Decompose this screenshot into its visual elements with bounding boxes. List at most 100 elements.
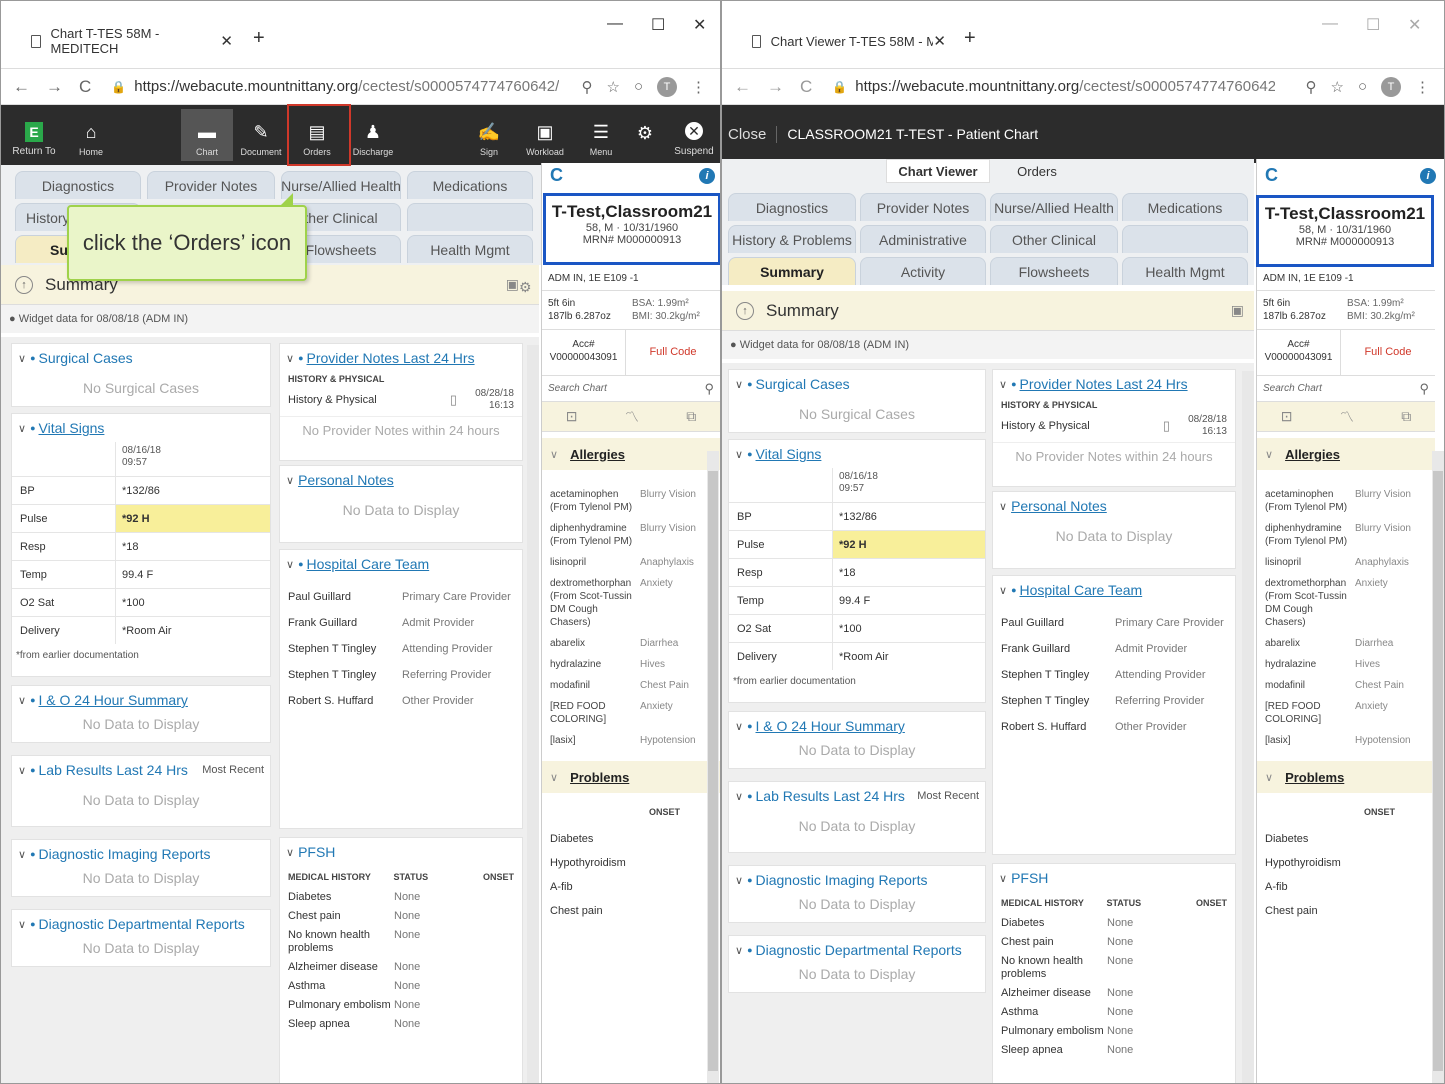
tab-other-clinical[interactable]: Other Clinical <box>990 225 1118 253</box>
lab-results-header[interactable]: ∨ ● Lab Results Last 24 Hrs Most Recent <box>729 782 985 810</box>
personal-notes-header[interactable]: ∨ Personal Notes <box>280 466 522 494</box>
patient-banner[interactable]: T-Test,Classroom21 58, M · 10/31/1960 MR… <box>543 193 720 265</box>
more-menu-icon[interactable]: ⋮ <box>1415 78 1430 96</box>
star-icon[interactable]: ☆ <box>1330 78 1343 96</box>
suspend-button[interactable]: ✕ Suspend <box>671 109 717 161</box>
tab-medications[interactable]: Medications <box>1122 193 1248 221</box>
star-icon[interactable]: ☆ <box>606 78 619 96</box>
graph-icon[interactable]: 〽 <box>625 407 639 427</box>
care-team-row[interactable]: Paul Guillard Primary Care Provider <box>993 610 1235 636</box>
return-to-button[interactable]: E Return To <box>5 109 63 161</box>
profile-avatar[interactable]: T <box>1381 76 1401 97</box>
sidebar-scrollbar[interactable] <box>1432 451 1444 1083</box>
zoom-icon[interactable]: ⚲ <box>1305 78 1316 96</box>
search-chart-input[interactable]: Search Chart <box>1263 383 1322 394</box>
imaging-header[interactable]: ∨ ● Diagnostic Imaging Reports <box>729 866 985 894</box>
profile-avatar[interactable]: T <box>657 76 677 97</box>
imaging-header[interactable]: ∨ ● Diagnostic Imaging Reports <box>12 840 270 868</box>
care-team-row[interactable]: Frank Guillard Admit Provider <box>280 610 522 636</box>
summary-scrollbar[interactable] <box>1242 371 1254 1083</box>
tab-nurse-allied-health[interactable]: Nurse/Allied Health <box>990 193 1118 221</box>
tab-activity[interactable]: Activity <box>860 257 986 285</box>
surgical-cases-header[interactable]: ∨ ● Surgical Cases <box>729 370 985 398</box>
search-chart-input[interactable]: Search Chart <box>548 383 607 394</box>
allergies-header[interactable]: ∨ Allergies <box>1257 438 1435 470</box>
tab-flowsheets[interactable]: Flowsheets <box>990 257 1118 285</box>
summary-scrollbar[interactable] <box>527 345 539 1083</box>
tab-chart-viewer[interactable]: Chart Viewer <box>886 159 990 183</box>
url-field[interactable]: https://webacute.mountnittany.org/cectes… <box>134 78 559 95</box>
hp-row[interactable]: History & Physical ▯ 08/28/18 16:13 <box>280 384 522 416</box>
minimize-icon[interactable]: — <box>1322 15 1338 33</box>
provider-notes-header[interactable]: ∨ ● Provider Notes Last 24 Hrs <box>993 370 1235 398</box>
home-button[interactable]: ⌂ Home <box>71 109 111 161</box>
provider-notes-header[interactable]: ∨ ● Provider Notes Last 24 Hrs <box>280 344 522 372</box>
io-header[interactable]: ∨ ● I & O 24 Hour Summary <box>729 712 985 740</box>
care-team-row[interactable]: Stephen T Tingley Referring Provider <box>993 688 1235 714</box>
vital-signs-header[interactable]: ∨ ● Vital Signs <box>12 414 270 442</box>
maximize-icon[interactable]: ☐ <box>1366 15 1380 35</box>
forward-icon[interactable]: → <box>46 77 63 97</box>
window-close-icon[interactable]: ✕ <box>1408 15 1421 35</box>
care-team-row[interactable]: Frank Guillard Admit Provider <box>993 636 1235 662</box>
surgical-cases-header[interactable]: ∨ ● Surgical Cases <box>12 344 270 372</box>
settings-button[interactable]: ⚙ <box>629 109 661 161</box>
forward-icon[interactable]: → <box>767 77 784 97</box>
close-tab-icon[interactable]: ✕ <box>933 32 946 50</box>
tab-nurse-allied-health[interactable]: Nurse/Allied Health <box>281 171 401 199</box>
refresh-icon[interactable]: C <box>550 165 563 186</box>
refresh-icon[interactable]: C <box>1265 165 1278 186</box>
zoom-icon[interactable]: ⚲ <box>581 78 592 96</box>
new-tab-icon[interactable]: + <box>253 27 265 50</box>
window-close-icon[interactable]: ✕ <box>693 15 706 35</box>
sidebar-scrollbar[interactable] <box>707 451 719 1083</box>
back-icon[interactable]: ← <box>734 77 751 97</box>
care-team-row[interactable]: Paul Guillard Primary Care Provider <box>280 584 522 610</box>
browser-tab[interactable]: Chart T-TES 58M - MEDITECH ✕ <box>13 23 241 59</box>
expand-all-icon[interactable]: ⊡ <box>566 408 578 425</box>
graph-icon[interactable]: 〽 <box>1340 407 1354 427</box>
close-tab-icon[interactable]: ✕ <box>220 32 233 50</box>
clipboard-icon[interactable]: ⧉ <box>686 408 696 425</box>
workload-button[interactable]: ▣ Workload <box>523 109 567 161</box>
expand-icon[interactable]: ↑ <box>736 301 754 320</box>
sign-button[interactable]: ✍ Sign <box>469 109 509 161</box>
departmental-header[interactable]: ∨ ● Diagnostic Departmental Reports <box>729 936 985 964</box>
search-icon[interactable]: ⚲ <box>1419 381 1429 397</box>
io-header[interactable]: ∨ ● I & O 24 Hour Summary <box>12 686 270 714</box>
tab-health-mgmt[interactable]: Health Mgmt <box>1122 257 1248 285</box>
tab-health-mgmt[interactable]: Health Mgmt <box>407 235 533 263</box>
tab-provider-notes[interactable]: Provider Notes <box>860 193 986 221</box>
care-team-header[interactable]: ∨ ● Hospital Care Team <box>280 550 522 578</box>
clipboard-icon[interactable]: ⧉ <box>1401 408 1411 425</box>
tab-medications[interactable]: Medications <box>407 171 533 199</box>
tab-summary[interactable]: Summary <box>728 257 856 285</box>
info-icon[interactable]: i <box>699 168 715 184</box>
sidebar-scroll-thumb[interactable] <box>1433 471 1443 1071</box>
tab-blank[interactable] <box>1122 225 1248 253</box>
lab-results-header[interactable]: ∨ ● Lab Results Last 24 Hrs Most Recent <box>12 756 270 784</box>
personal-notes-header[interactable]: ∨ Personal Notes <box>993 492 1235 520</box>
search-icon[interactable]: ⚲ <box>704 381 714 397</box>
patient-banner[interactable]: T-Test,Classroom21 58, M · 10/31/1960 MR… <box>1256 195 1434 267</box>
tab-orders[interactable]: Orders <box>1002 159 1072 183</box>
print-icon[interactable]: ▣ <box>506 276 519 293</box>
gear-icon[interactable]: ⚙ <box>519 279 532 296</box>
back-icon[interactable]: ← <box>13 77 30 97</box>
browser-tab[interactable]: Chart Viewer T-TES 58M - MEDIT ✕ <box>734 23 954 59</box>
menu-button[interactable]: ☰ Menu <box>581 109 621 161</box>
code-status[interactable]: Full Code <box>626 330 720 375</box>
new-tab-icon[interactable]: + <box>964 27 976 50</box>
care-team-header[interactable]: ∨ ● Hospital Care Team <box>993 576 1235 604</box>
hp-row[interactable]: History & Physical ▯ 08/28/18 16:13 <box>993 410 1235 442</box>
tab-administrative[interactable]: Administrative <box>860 225 986 253</box>
extension-icon[interactable]: ○ <box>634 78 643 95</box>
pfsh-header[interactable]: ∨ PFSH <box>280 838 522 866</box>
pfsh-header[interactable]: ∨ PFSH <box>993 864 1235 892</box>
care-team-row[interactable]: Stephen T Tingley Attending Provider <box>993 662 1235 688</box>
extension-icon[interactable]: ○ <box>1358 78 1367 95</box>
care-team-row[interactable]: Stephen T Tingley Attending Provider <box>280 636 522 662</box>
chart-button[interactable]: ▬ Chart <box>181 109 233 161</box>
more-menu-icon[interactable]: ⋮ <box>691 78 706 96</box>
care-team-row[interactable]: Stephen T Tingley Referring Provider <box>280 662 522 688</box>
